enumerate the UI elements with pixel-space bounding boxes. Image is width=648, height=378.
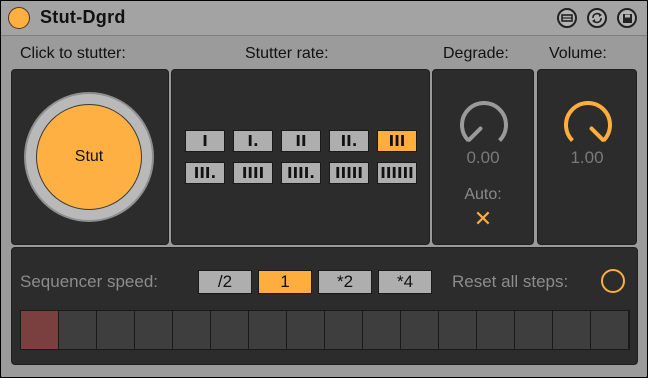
- reset-all-steps-label: Reset all steps:: [452, 272, 569, 291]
- sequencer-speed-button[interactable]: *4: [378, 270, 432, 294]
- sequencer-step[interactable]: [287, 311, 325, 349]
- sequencer-step[interactable]: [591, 311, 629, 349]
- stutter-rate-button[interactable]: II: [281, 130, 321, 152]
- sequencer-step[interactable]: [477, 311, 515, 349]
- sequencer-panel: Sequencer speed: /2 1 *2 *4 Reset all steps…: [11, 247, 638, 365]
- sequencer-step[interactable]: [439, 311, 477, 349]
- sequencer-step[interactable]: [363, 311, 401, 349]
- stutter-rate-button[interactable]: III.: [185, 162, 225, 184]
- sequencer-speed-button[interactable]: *2: [318, 270, 372, 294]
- stutter-rate-button[interactable]: IIIIII: [377, 162, 417, 184]
- click-to-stutter-label: Click to stutter:: [20, 45, 126, 62]
- stutter-rate-button[interactable]: IIII: [233, 162, 273, 184]
- stut-button[interactable]: Stut: [36, 104, 142, 210]
- stutter-rate-button[interactable]: I.: [233, 130, 273, 152]
- stutter-panel: Stut: [11, 69, 169, 245]
- sequencer-step[interactable]: [401, 311, 439, 349]
- stut-button-ring: Stut: [24, 92, 154, 222]
- sequencer-step[interactable]: [325, 311, 363, 349]
- title-bar: Stut-Dgrd: [1, 1, 647, 36]
- reset-all-steps-button[interactable]: [601, 269, 625, 293]
- sequencer-speed-button[interactable]: /2: [198, 270, 252, 294]
- volume-label: Volume:: [549, 45, 607, 62]
- volume-value: 1.00: [570, 148, 604, 167]
- sequencer-step[interactable]: [249, 311, 287, 349]
- save-preset-icon[interactable]: [617, 8, 637, 28]
- sequencer-speed-label: Sequencer speed:: [20, 272, 158, 291]
- sequencer-step[interactable]: [553, 311, 591, 349]
- auto-toggle[interactable]: ✕: [433, 206, 533, 232]
- step-sequencer: [20, 310, 630, 350]
- degrade-panel: 0.00 Auto: ✕: [432, 69, 534, 245]
- volume-knob[interactable]: [561, 98, 615, 152]
- sequencer-speed-button[interactable]: 1: [258, 270, 312, 294]
- sequencer-step[interactable]: [59, 311, 97, 349]
- degrade-knob[interactable]: [457, 98, 511, 152]
- sequencer-step[interactable]: [173, 311, 211, 349]
- stutter-rate-button[interactable]: IIIII: [329, 162, 369, 184]
- stutter-rate-button[interactable]: IIII.: [281, 162, 321, 184]
- auto-label: Auto:: [464, 186, 502, 203]
- hot-swap-icon[interactable]: [587, 8, 607, 28]
- sequencer-step[interactable]: [21, 311, 59, 349]
- sequencer-step[interactable]: [211, 311, 249, 349]
- stutter-rate-button[interactable]: II.: [329, 130, 369, 152]
- volume-panel: 1.00: [537, 69, 637, 245]
- fold-icon[interactable]: [557, 8, 577, 28]
- stutter-rate-label: Stutter rate:: [245, 45, 329, 62]
- device-power-toggle[interactable]: [8, 7, 30, 29]
- sequencer-step[interactable]: [515, 311, 553, 349]
- stutter-rate-button[interactable]: I: [185, 130, 225, 152]
- device-window: Stut-Dgrd Click to stutter: Stutter rate…: [0, 0, 648, 378]
- sequencer-step[interactable]: [135, 311, 173, 349]
- degrade-value: 0.00: [466, 148, 500, 167]
- stutter-rate-panel: I I. II II. III III. IIII IIII. IIIII IIIIII: [171, 69, 430, 245]
- sequencer-step[interactable]: [97, 311, 135, 349]
- stutter-rate-button[interactable]: III: [377, 130, 417, 152]
- degrade-label: Degrade:: [443, 45, 509, 62]
- device-title: Stut-Dgrd: [40, 7, 126, 27]
